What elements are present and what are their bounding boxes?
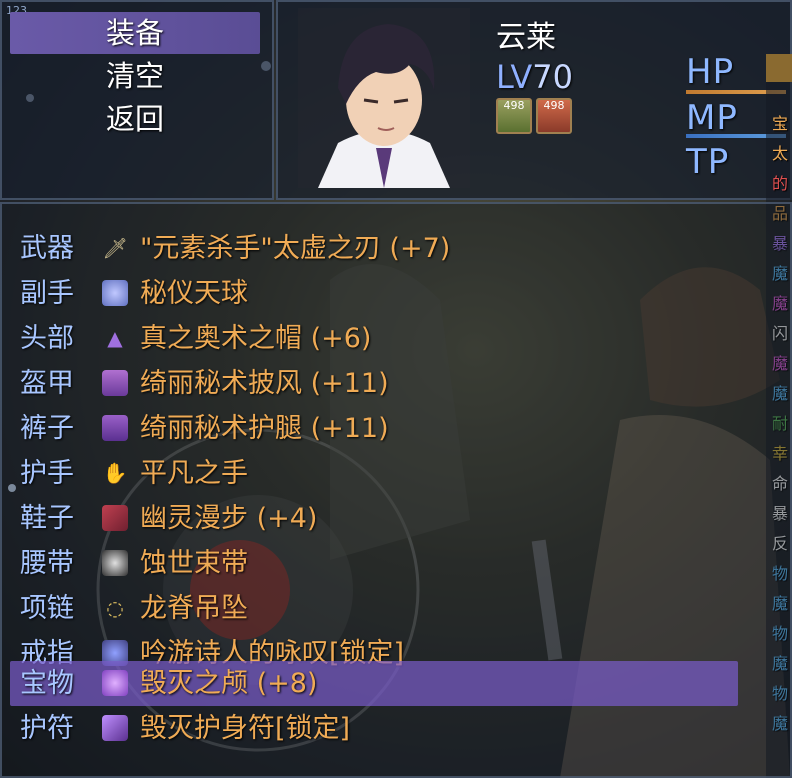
buff-value: 498 xyxy=(543,99,565,112)
slot-label: 宝物 xyxy=(20,668,74,699)
item-name: 幽灵漫步 (+4) xyxy=(140,503,318,534)
amulet-icon xyxy=(102,715,128,741)
equip-slot-head[interactable]: 头部 ▲ 真之奥术之帽 (+6) xyxy=(10,316,738,361)
stat-glyph: 太 xyxy=(772,144,789,163)
command-equip[interactable]: 装备 xyxy=(10,12,260,54)
slot-label: 武器 xyxy=(20,233,74,264)
status-window: 云莱 LV70 498 498 HP MP TP xyxy=(276,0,792,200)
command-clear[interactable]: 清空 xyxy=(10,55,260,97)
slot-label: 副手 xyxy=(20,278,74,309)
mp-label: MP xyxy=(686,98,738,138)
item-name: "元素杀手"太虚之刃 (+7) xyxy=(140,233,451,264)
equip-slot-shoes[interactable]: 鞋子 幽灵漫步 (+4) xyxy=(10,496,738,541)
equip-slot-gloves[interactable]: 护手 ✋ 平凡之手 xyxy=(10,451,738,496)
sword-icon: 🗡 xyxy=(102,236,128,260)
level-tag: LV xyxy=(496,58,533,96)
necklace-icon: ◌ xyxy=(106,596,124,620)
item-name: 毁灭护身符[锁定] xyxy=(140,713,351,744)
pants-icon xyxy=(102,415,128,441)
tp-label: TP xyxy=(686,142,730,182)
item-name: 绮丽秘术护腿 (+11) xyxy=(140,413,389,444)
orb-icon xyxy=(102,280,128,306)
boots-icon xyxy=(102,505,128,531)
slot-label: 鞋子 xyxy=(20,503,74,534)
actor-portrait xyxy=(298,8,470,188)
belt-icon xyxy=(102,550,128,576)
slot-label: 头部 xyxy=(20,323,74,354)
command-window: 123 装备 清空 返回 xyxy=(0,0,274,200)
item-name: 蚀世束带 xyxy=(140,548,248,579)
slot-label: 护符 xyxy=(20,713,74,744)
wizard-hat-icon: ▲ xyxy=(107,326,123,350)
stat-glyph: 的 xyxy=(772,174,789,193)
command-back[interactable]: 返回 xyxy=(10,98,260,140)
hp-label: HP xyxy=(686,52,735,92)
stat-glyph: 宝 xyxy=(772,114,789,133)
slot-label: 裤子 xyxy=(20,413,74,444)
equip-slot-belt[interactable]: 腰带 蚀世束带 xyxy=(10,541,738,586)
cloak-icon xyxy=(102,370,128,396)
equip-slot-treasure[interactable]: 宝物 毁灭之颅 (+8) xyxy=(10,661,738,706)
equip-slot-pants[interactable]: 裤子 绮丽秘术护腿 (+11) xyxy=(10,406,738,451)
level-value: 70 xyxy=(532,58,573,96)
item-name: 毁灭之颅 (+8) xyxy=(140,668,318,699)
leaf-buff-icon: 498 xyxy=(496,98,532,134)
equip-slot-offhand[interactable]: 副手 秘仪天球 xyxy=(10,271,738,316)
actor-level: LV70 xyxy=(496,58,573,96)
page-tab-icon[interactable] xyxy=(766,54,792,82)
equip-slot-amulet[interactable]: 护符 毁灭护身符[锁定] xyxy=(10,706,738,751)
equip-slot-armor[interactable]: 盔甲 绮丽秘术披风 (+11) xyxy=(10,361,738,406)
skull-icon xyxy=(102,670,128,696)
slot-label: 护手 xyxy=(20,458,74,489)
item-name: 真之奥术之帽 (+6) xyxy=(140,323,372,354)
equip-slot-weapon[interactable]: 武器 🗡 "元素杀手"太虚之刃 (+7) xyxy=(10,226,738,271)
slot-label: 盔甲 xyxy=(20,368,74,399)
actor-name: 云莱 xyxy=(496,20,556,55)
item-name: 秘仪天球 xyxy=(140,278,248,309)
glove-icon: ✋ xyxy=(102,461,128,485)
item-name: 平凡之手 xyxy=(140,458,248,489)
item-name: 龙脊吊坠 xyxy=(140,593,248,624)
sword-buff-icon: 498 xyxy=(536,98,572,134)
item-name: 绮丽秘术披风 (+11) xyxy=(140,368,389,399)
slot-label: 腰带 xyxy=(20,548,74,579)
buff-value: 498 xyxy=(503,99,525,112)
equipment-slot-window: 武器 🗡 "元素杀手"太虚之刃 (+7) 副手 秘仪天球 头部 ▲ 真之奥术之帽… xyxy=(0,202,792,778)
slot-label: 项链 xyxy=(20,593,74,624)
equip-slot-necklace[interactable]: 项链 ◌ 龙脊吊坠 xyxy=(10,586,738,631)
